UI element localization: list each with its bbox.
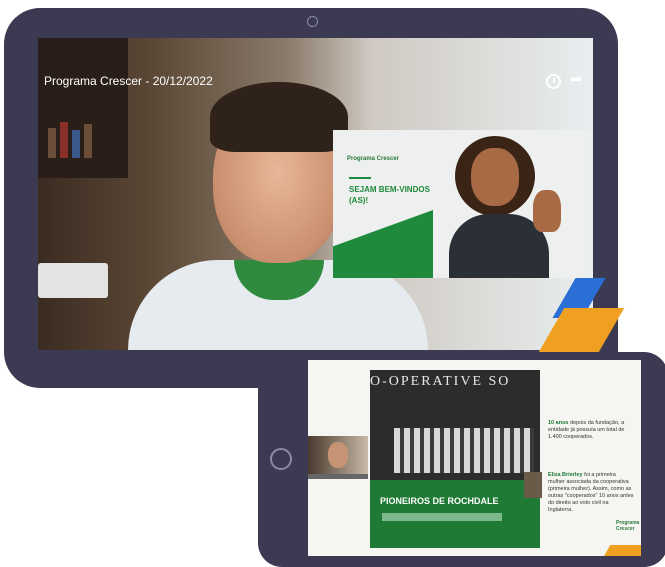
bookshelf bbox=[38, 38, 128, 178]
slide-divider bbox=[349, 177, 371, 179]
picture-in-picture-video[interactable] bbox=[308, 436, 368, 478]
presentation-screen: O-OPERATIVE SO PIONEIROS DE ROCHDALE 10 … bbox=[308, 360, 641, 556]
welcome-text: SEJAM BEM-VINDOS (AS)! bbox=[349, 185, 430, 205]
presenter-hair bbox=[210, 82, 348, 152]
yellow-decoration bbox=[601, 545, 641, 556]
info-block-2: Eliza Brierley foi a primeira mulher ass… bbox=[548, 472, 634, 514]
rochdale-caption: PIONEIROS DE ROCHDALE bbox=[380, 496, 499, 506]
cooperative-sign: O-OPERATIVE SO bbox=[370, 374, 511, 389]
slide-logo: Programa Crescer bbox=[347, 156, 400, 162]
woman-face bbox=[471, 148, 519, 206]
pip-presenter bbox=[328, 442, 348, 468]
slide-green-shape bbox=[333, 209, 433, 278]
share-icon[interactable]: ➦ bbox=[570, 70, 583, 88]
camera-icon bbox=[307, 16, 318, 27]
info-block-1: 10 anos depois da fundação, a entidade j… bbox=[548, 420, 634, 441]
pioneers-group bbox=[394, 428, 534, 473]
video-title: Programa Crescer - 20/12/2022 bbox=[44, 74, 213, 88]
waving-hand bbox=[533, 190, 561, 232]
rochdale-photo: O-OPERATIVE SO PIONEIROS DE ROCHDALE bbox=[370, 370, 540, 548]
info2-bold: Eliza Brierley bbox=[548, 472, 583, 478]
video-player[interactable]: Programa Crescer - 20/12/2022 ➦ Programa… bbox=[38, 38, 593, 350]
welcome-slide: Programa Crescer SEJAM BEM-VINDOS (AS)! bbox=[333, 130, 591, 278]
rochdale-subcaption bbox=[382, 513, 502, 521]
info1-bold: 10 anos bbox=[548, 420, 569, 426]
eliza-portrait bbox=[524, 472, 542, 498]
large-tablet: Programa Crescer - 20/12/2022 ➦ Programa… bbox=[4, 8, 625, 388]
printer bbox=[38, 263, 108, 298]
info2-text: foi a primeira mulher associada da coope… bbox=[548, 472, 634, 513]
small-tablet: O-OPERATIVE SO PIONEIROS DE ROCHDALE 10 … bbox=[258, 352, 665, 567]
home-button[interactable] bbox=[270, 448, 292, 470]
clock-icon[interactable] bbox=[546, 74, 561, 89]
pip-caption bbox=[308, 474, 368, 479]
small-slide-logo: Programa Crescer bbox=[616, 520, 640, 532]
